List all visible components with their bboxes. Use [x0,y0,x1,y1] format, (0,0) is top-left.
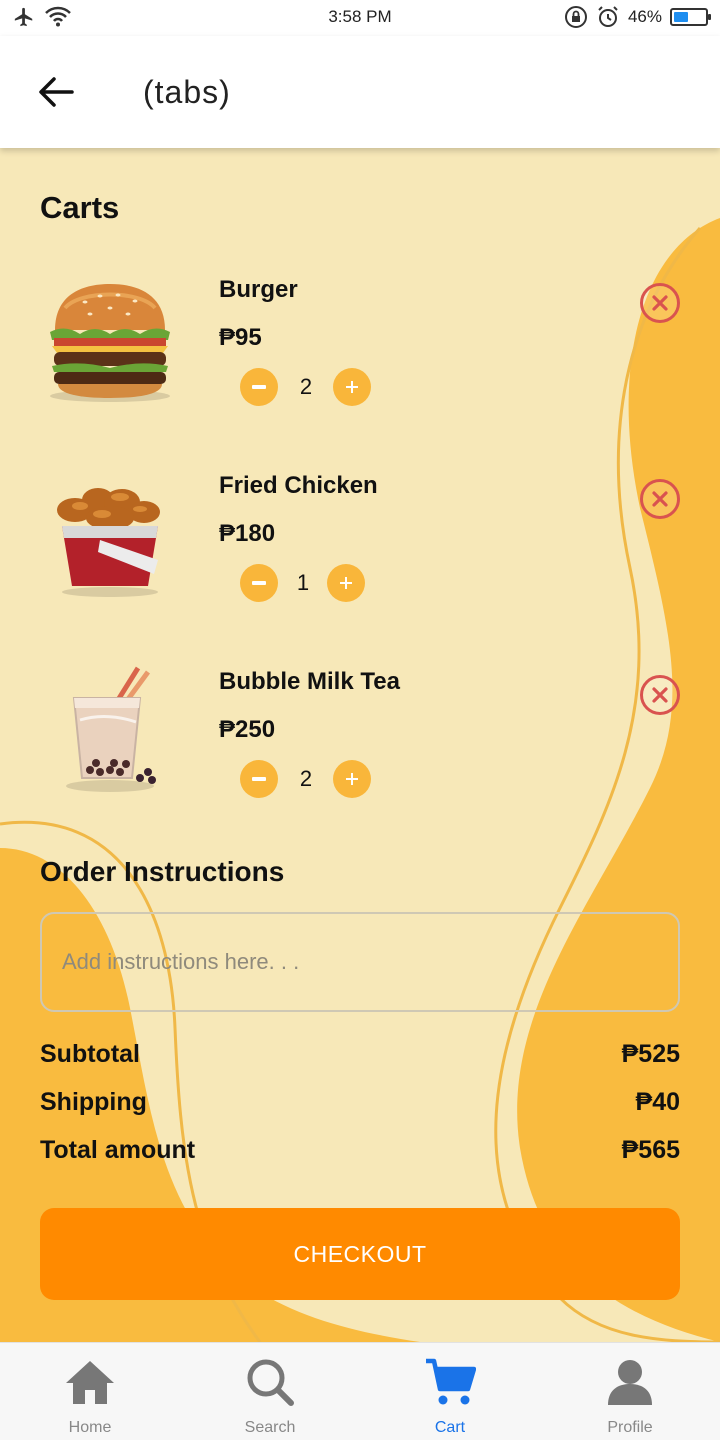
remove-item-button[interactable] [640,675,680,715]
page-title: (tabs) [143,74,231,110]
item-name: Bubble Milk Tea [219,668,400,695]
battery-icon [670,8,711,26]
item-price: ₱95 [219,324,262,351]
close-icon [652,295,668,311]
status-right-icons: 46% [564,5,711,29]
item-price: ₱250 [219,716,276,743]
subtotal-value: ₱525 [621,1040,680,1068]
decrease-quantity-button[interactable] [240,368,278,406]
battery-fill [674,12,688,22]
cart-content[interactable]: Carts Burger ₱95 2 Fried Chicken ₱180 1 … [0,148,720,1342]
order-instructions-input[interactable] [40,912,680,1012]
home-icon [63,1355,117,1409]
alarm-icon [598,6,618,27]
remove-item-button[interactable] [640,283,680,323]
carts-title: Carts [40,190,120,225]
arrow-left-icon [39,77,74,107]
minus-icon [252,777,266,781]
plus-icon [346,381,358,393]
status-bar: 3:58 PM 46% [0,0,720,36]
subtotal-label: Subtotal [40,1040,140,1068]
fried-chicken-icon [40,464,180,604]
cart-item-burger: Burger ₱95 2 [0,258,720,448]
back-button[interactable] [32,72,80,112]
close-icon [652,687,668,703]
close-icon [652,491,668,507]
profile-icon [603,1355,657,1409]
decrease-quantity-button[interactable] [240,760,278,798]
item-price: ₱180 [219,520,276,547]
tab-profile[interactable]: Profile [540,1343,720,1440]
checkout-button[interactable]: CHECKOUT [40,1208,680,1300]
minus-icon [252,385,266,389]
tab-home[interactable]: Home [0,1343,180,1440]
search-icon [243,1355,297,1409]
burger-icon [40,268,180,408]
quantity-value: 2 [299,766,313,791]
battery-percent: 46% [627,7,662,26]
decrease-quantity-button[interactable] [240,564,278,602]
item-name: Fried Chicken [219,472,378,499]
increase-quantity-button[interactable] [333,368,371,406]
total-row: Total amount ₱565 [40,1136,680,1165]
increase-quantity-button[interactable] [333,760,371,798]
cart-item-fried-chicken: Fried Chicken ₱180 1 [0,454,720,644]
shipping-value: ₱40 [635,1088,680,1116]
increase-quantity-button[interactable] [327,564,365,602]
quantity-value: 2 [299,374,313,399]
shipping-row: Shipping ₱40 [40,1088,680,1117]
quantity-value: 1 [296,570,310,595]
plus-icon [340,577,352,589]
remove-item-button[interactable] [640,479,680,519]
subtotal-row: Subtotal ₱525 [40,1040,680,1069]
cart-item-bubble-milk-tea: Bubble Milk Tea ₱250 2 [0,650,720,840]
app-bar: (tabs) [0,36,720,148]
total-label: Total amount [40,1136,196,1164]
minus-icon [252,581,266,585]
tab-cart[interactable]: Cart [360,1343,540,1440]
tab-label: Profile [607,1419,653,1436]
cart-icon [423,1355,477,1409]
plus-icon [346,773,358,785]
total-value: ₱565 [621,1136,680,1164]
item-name: Burger [219,276,298,303]
order-instructions-title: Order Instructions [40,856,285,887]
tab-search[interactable]: Search [180,1343,360,1440]
tab-label: Home [68,1419,112,1436]
bubble-tea-icon [40,660,180,800]
rotation-lock-icon [564,6,587,28]
shipping-label: Shipping [40,1088,147,1116]
tab-label: Cart [434,1419,466,1436]
tab-label: Search [244,1419,296,1436]
bottom-nav: Home Search Cart Profile [0,1342,720,1440]
